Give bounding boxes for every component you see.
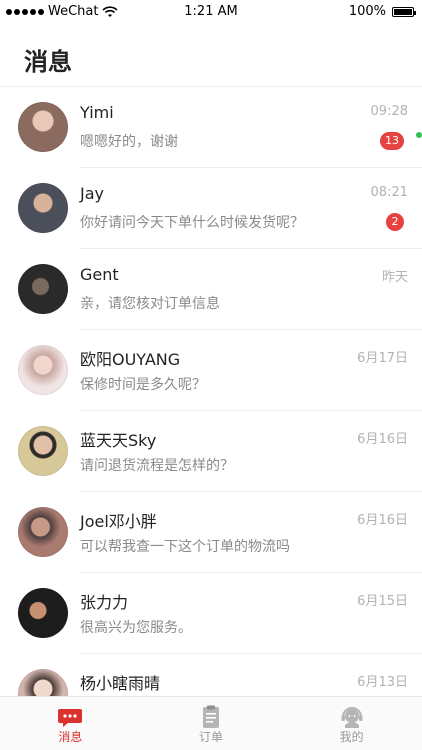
avatar	[18, 183, 68, 233]
avatar	[18, 507, 68, 557]
tab-bar: 消息 订单 我的	[0, 696, 422, 750]
conversation-list[interactable]: Yimi 09:28 嗯嗯好的，谢谢 13 Jay 08:21 你好请问今天下单…	[0, 87, 422, 697]
avatar	[18, 669, 68, 697]
message-time: 6月16日	[357, 513, 408, 528]
conversation-row[interactable]: Gent 昨天 亲，请您核对订单信息	[0, 249, 422, 330]
contact-name: 欧阳OUYANG	[80, 350, 181, 369]
avatar	[18, 588, 68, 638]
tab-label: 我的	[339, 730, 364, 744]
unread-badge: 13	[380, 132, 404, 150]
message-time: 昨天	[381, 270, 408, 285]
message-preview: 保修时间是多久呢？	[80, 377, 206, 393]
status-bar: WeChat 1:21 AM 100%	[0, 0, 422, 24]
chat-bubble-icon	[58, 709, 83, 727]
message-preview: 嗯嗯好的，谢谢	[80, 134, 178, 150]
avatar	[18, 345, 68, 395]
message-preview: 可以帮我查一下这个订单的物流吗	[80, 539, 290, 555]
message-time: 09:28	[370, 104, 408, 119]
tab-label: 订单	[199, 730, 224, 744]
headset-user-icon	[341, 707, 363, 728]
contact-name: Jay	[80, 184, 104, 203]
avatar	[18, 102, 68, 152]
conversation-row[interactable]: 蓝天天Sky 6月16日 请问退货流程是怎样的？	[0, 411, 422, 492]
clipboard-icon	[203, 705, 219, 728]
conversation-row[interactable]: Jay 08:21 你好请问今天下单什么时候发货呢？ 2	[0, 168, 422, 249]
battery-percent: 100%	[348, 4, 386, 19]
conversation-row[interactable]: 杨小瞎雨晴 6月13日	[0, 654, 422, 697]
unread-badge: 2	[386, 213, 404, 231]
tab-orders[interactable]: 订单	[141, 697, 282, 750]
contact-name: Yimi	[80, 103, 114, 122]
contact-name: Joel邓小胖	[80, 512, 157, 531]
avatar	[18, 264, 68, 314]
page-title: 消息	[24, 48, 72, 76]
tab-messages[interactable]: 消息	[0, 697, 141, 750]
tab-label: 消息	[58, 730, 83, 744]
conversation-row[interactable]: 张力力 6月15日 很高兴为您服务。	[0, 573, 422, 654]
message-time: 6月13日	[357, 675, 408, 690]
contact-name: 杨小瞎雨晴	[80, 674, 161, 693]
message-preview: 请问退货流程是怎样的？	[80, 458, 234, 474]
message-preview: 很高兴为您服务。	[80, 620, 192, 636]
message-time: 08:21	[370, 185, 408, 200]
message-time: 6月15日	[357, 594, 408, 609]
tab-profile[interactable]: 我的	[281, 697, 422, 750]
avatar	[18, 426, 68, 476]
message-time: 6月16日	[357, 432, 408, 447]
battery-icon	[392, 6, 416, 17]
conversation-row[interactable]: Joel邓小胖 6月16日 可以帮我查一下这个订单的物流吗	[0, 492, 422, 573]
battery-status: 100%	[348, 4, 416, 19]
contact-name: Gent	[80, 265, 119, 284]
contact-name: 蓝天天Sky	[80, 431, 157, 450]
message-preview: 亲，请您核对订单信息	[80, 296, 220, 312]
contact-name: 张力力	[80, 593, 129, 612]
message-preview: 你好请问今天下单什么时候发货呢？	[80, 215, 304, 231]
message-time: 6月17日	[357, 351, 408, 366]
conversation-row[interactable]: 欧阳OUYANG 6月17日 保修时间是多久呢？	[0, 330, 422, 411]
online-indicator	[416, 132, 422, 138]
conversation-row[interactable]: Yimi 09:28 嗯嗯好的，谢谢 13	[0, 87, 422, 168]
